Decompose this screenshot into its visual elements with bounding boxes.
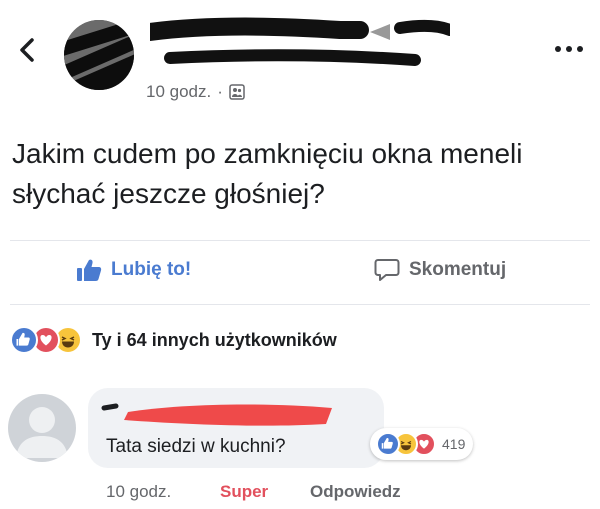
- divider: [10, 304, 590, 305]
- comment-text: Tata siedzi w kuchni?: [106, 436, 286, 457]
- thumbs-up-icon: [77, 259, 102, 281]
- like-button[interactable]: Lubię to!: [76, 258, 191, 282]
- post-time[interactable]: 10 godz.: [146, 82, 211, 102]
- post-text: Jakim cudem po zamknięciu okna meneli sł…: [12, 138, 523, 209]
- comment-time[interactable]: 10 godz.: [106, 482, 171, 502]
- post-meta: 10 godz. ·: [146, 82, 245, 102]
- comment-button[interactable]: Skomentuj: [374, 258, 506, 282]
- comment-reactions[interactable]: 419: [370, 428, 474, 460]
- comment-reaction-button[interactable]: Super: [220, 482, 268, 502]
- author-avatar[interactable]: [64, 20, 134, 90]
- back-arrow-icon[interactable]: [12, 32, 42, 68]
- like-icon: [10, 326, 38, 354]
- meta-separator: ·: [217, 82, 223, 101]
- reply-button[interactable]: Odpowiedz: [310, 482, 401, 502]
- divider: [10, 240, 590, 241]
- commenter-avatar[interactable]: [8, 394, 76, 462]
- comment-reactions-icons: [376, 432, 436, 456]
- comment-label: Skomentuj: [409, 259, 507, 280]
- author-name-redaction: [150, 17, 450, 66]
- commenter-name-redaction: [101, 403, 332, 426]
- comment-reactions-count: 419: [442, 436, 466, 452]
- avatar-scribble: [64, 20, 134, 90]
- default-avatar-icon: [16, 407, 68, 458]
- friends-icon: [229, 84, 245, 100]
- reactions-summary[interactable]: Ty i 64 innych użytkowników: [10, 326, 337, 354]
- like-icon: [376, 432, 400, 456]
- reactions-summary-text: Ty i 64 innych użytkowników: [92, 329, 337, 350]
- like-label: Lubię to!: [111, 259, 192, 280]
- comment-bubble-icon: [374, 259, 400, 281]
- more-options-icon[interactable]: [552, 42, 586, 56]
- reactions-icons: [10, 326, 82, 354]
